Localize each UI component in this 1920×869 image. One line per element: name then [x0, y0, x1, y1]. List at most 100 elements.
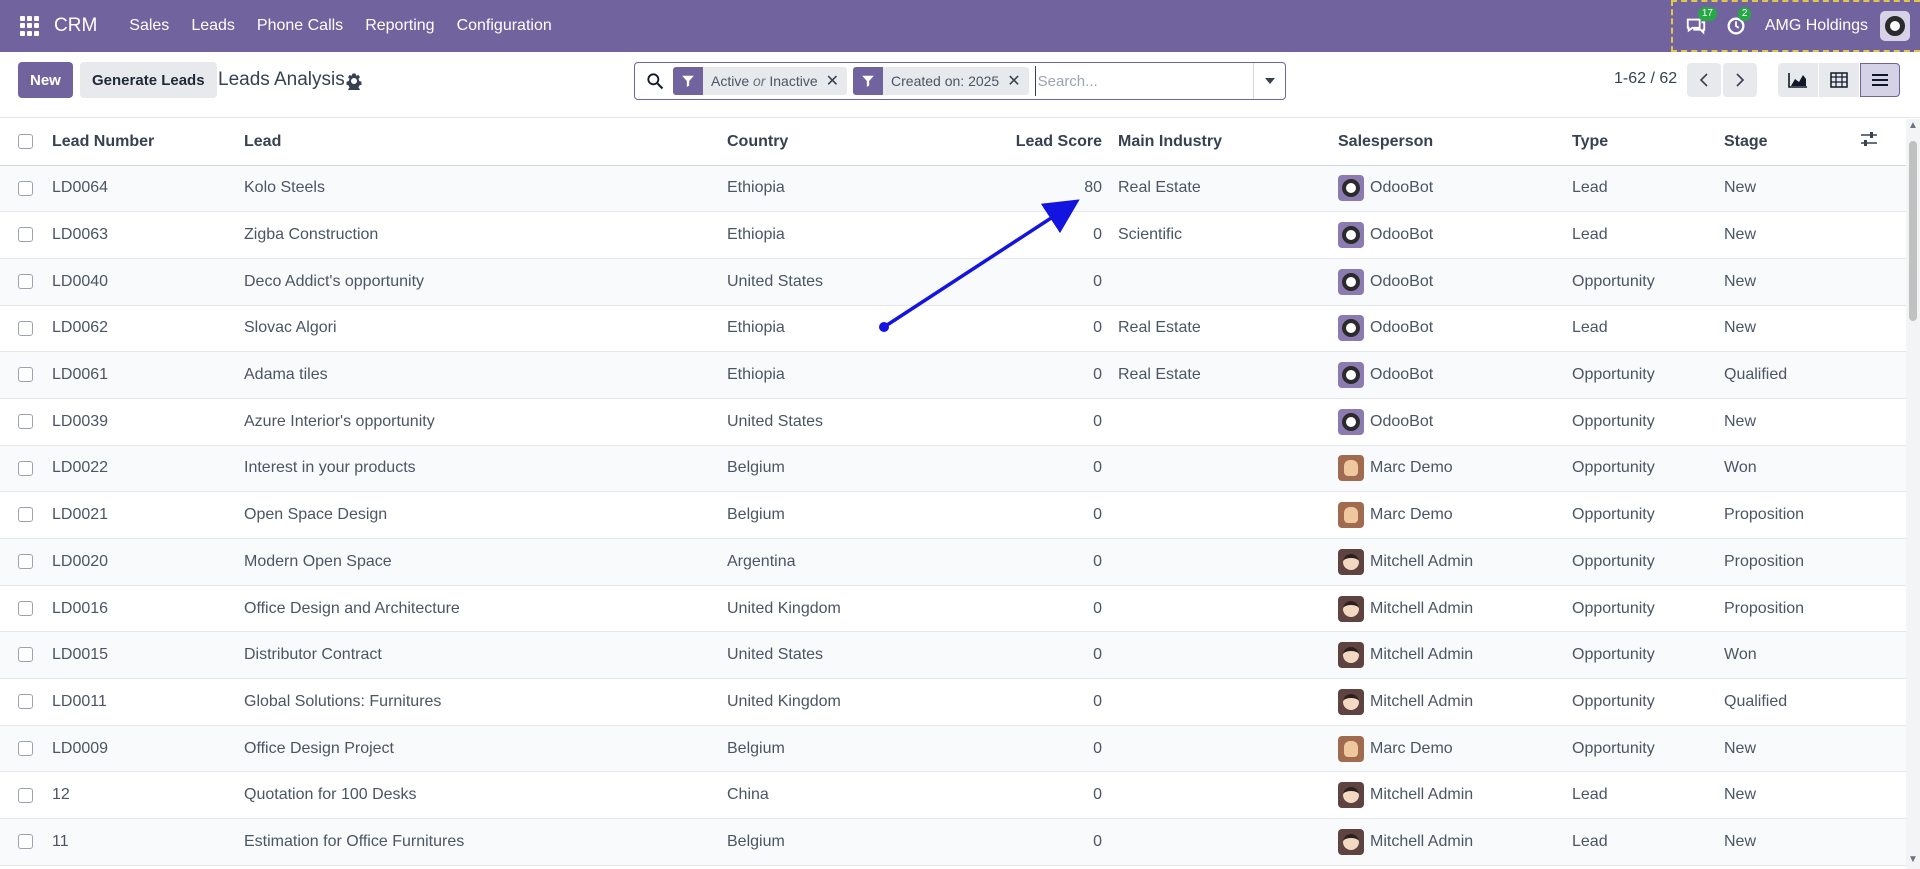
row-checkbox[interactable]: [18, 647, 33, 663]
table-row[interactable]: LD0009 Office Design Project Belgium 0 Marc …: [0, 725, 1906, 773]
row-checkbox[interactable]: [18, 227, 33, 243]
table-row[interactable]: LD0015 Distributor Contract United States 0…: [0, 631, 1906, 680]
table-row[interactable]: LD0064 Kolo Steels Ethiopia 80 Real Estate Od…: [0, 165, 1906, 213]
row-checkbox-cell[interactable]: [0, 631, 40, 680]
column-header-stage[interactable]: Stage: [1720, 119, 1860, 166]
company-switcher[interactable]: AMG Holdings: [1765, 17, 1868, 35]
row-checkbox-cell[interactable]: [0, 165, 40, 213]
row-checkbox-cell[interactable]: [0, 491, 40, 539]
search-options-toggle[interactable]: [1253, 63, 1285, 99]
messages-button[interactable]: 17: [1685, 7, 1717, 37]
row-checkbox-cell[interactable]: [0, 771, 40, 820]
row-checkbox-cell[interactable]: [0, 258, 40, 306]
column-header-type[interactable]: Type: [1568, 119, 1720, 166]
table-row[interactable]: 11 Estimation for Office Furnitures Belgiu…: [0, 818, 1906, 866]
user-avatar[interactable]: [1880, 11, 1910, 41]
sliders-icon: [1861, 132, 1877, 147]
cell-lead-score: 0: [912, 445, 1112, 493]
table-row[interactable]: LD0063 Zigba Construction Ethiopia 0 Scienti…: [0, 211, 1906, 259]
row-checkbox-cell[interactable]: [0, 678, 40, 726]
cell-lead-score: 0: [912, 771, 1112, 820]
table-row[interactable]: LD0040 Deco Addict's opportunity United St…: [0, 258, 1906, 306]
gear-icon[interactable]: [345, 72, 363, 90]
cell-type: Opportunity: [1568, 445, 1720, 493]
generate-leads-button[interactable]: Generate Leads: [80, 62, 217, 98]
pager-previous-button[interactable]: [1687, 63, 1721, 97]
row-checkbox-cell[interactable]: [0, 305, 40, 353]
row-checkbox-cell[interactable]: [0, 398, 40, 446]
menu-sales[interactable]: Sales: [129, 17, 169, 35]
table-row[interactable]: LD0039 Azure Interior's opportunity United…: [0, 398, 1906, 446]
scroll-down-icon[interactable]: ▼: [1908, 855, 1918, 865]
column-header-lead-number[interactable]: Lead Number: [40, 119, 232, 166]
cell-lead-number: 11: [40, 818, 232, 866]
row-checkbox[interactable]: [18, 414, 33, 430]
table-row[interactable]: LD0020 Modern Open Space Argentina 0 Mitchel…: [0, 538, 1906, 586]
cell-lead-number: LD0021: [40, 491, 232, 539]
table-row[interactable]: LD0011 Global Solutions: Furnitures United…: [0, 678, 1906, 726]
row-checkbox[interactable]: [18, 460, 33, 476]
vertical-scrollbar[interactable]: ▲ ▼: [1906, 119, 1920, 869]
cell-main-industry: [1112, 258, 1334, 306]
salesperson-name: Mitchell Admin: [1370, 599, 1474, 617]
list-view-button[interactable]: [1860, 63, 1900, 97]
row-checkbox-cell[interactable]: [0, 538, 40, 586]
menu-phone-calls[interactable]: Phone Calls: [257, 17, 343, 35]
search-input[interactable]: [1034, 66, 1253, 96]
salesperson-name: Mitchell Admin: [1370, 552, 1474, 570]
row-checkbox[interactable]: [18, 554, 33, 570]
graph-view-button[interactable]: [1778, 63, 1818, 97]
select-all-checkbox[interactable]: [18, 134, 33, 150]
remove-facet-icon[interactable]: ✕: [1007, 71, 1028, 91]
select-all-checkbox-cell[interactable]: [0, 119, 40, 166]
cell-salesperson: Mitchell Admin: [1334, 538, 1568, 586]
row-checkbox[interactable]: [18, 740, 33, 756]
row-checkbox[interactable]: [18, 600, 33, 616]
pager-next-button[interactable]: [1723, 63, 1757, 97]
table-row[interactable]: LD0021 Open Space Design Belgium 0 Marc Demo…: [0, 491, 1906, 539]
column-header-lead[interactable]: Lead: [232, 119, 717, 166]
menu-reporting[interactable]: Reporting: [365, 17, 434, 35]
cell-stage: Qualified: [1720, 678, 1860, 726]
table-row[interactable]: LD0022 Interest in your products Belgium 0 M…: [0, 445, 1906, 493]
menu-configuration[interactable]: Configuration: [457, 17, 552, 35]
scrollbar-thumb[interactable]: [1909, 141, 1917, 321]
table-row[interactable]: 12 Quotation for 100 Desks China 0 Mitchell …: [0, 771, 1906, 820]
row-checkbox-cell[interactable]: [0, 211, 40, 259]
app-brand[interactable]: CRM: [54, 15, 97, 37]
column-header-country[interactable]: Country: [717, 119, 912, 166]
cell-country: Ethiopia: [717, 165, 912, 213]
row-checkbox-cell[interactable]: [0, 351, 40, 399]
table-row[interactable]: LD0062 Slovac Algori Ethiopia 0 Real Estate O…: [0, 305, 1906, 353]
cell-salesperson: OdooBot: [1334, 258, 1568, 306]
remove-facet-icon[interactable]: ✕: [826, 71, 847, 91]
menu-leads[interactable]: Leads: [191, 17, 235, 35]
row-checkbox[interactable]: [18, 787, 33, 803]
pager-value[interactable]: 1-62 / 62: [1614, 70, 1677, 88]
row-checkbox-cell[interactable]: [0, 725, 40, 773]
table-row[interactable]: LD0016 Office Design and Architecture Unit…: [0, 585, 1906, 633]
optional-columns-toggle[interactable]: [1860, 119, 1906, 166]
row-checkbox[interactable]: [18, 834, 33, 850]
scroll-up-icon[interactable]: ▲: [1908, 121, 1918, 131]
row-checkbox-cell[interactable]: [0, 585, 40, 633]
row-checkbox[interactable]: [18, 320, 33, 336]
row-checkbox[interactable]: [18, 694, 33, 710]
row-checkbox-cell[interactable]: [0, 445, 40, 493]
apps-grid-icon[interactable]: [20, 16, 40, 36]
table-row[interactable]: LD0061 Adama tiles Ethiopia 0 Real Estate Odo…: [0, 351, 1906, 399]
column-header-main-industry[interactable]: Main Industry: [1112, 119, 1334, 166]
row-checkbox-cell[interactable]: [0, 818, 40, 866]
chevron-right-icon: [1736, 73, 1745, 87]
search-icon[interactable]: [645, 71, 665, 91]
row-checkbox[interactable]: [18, 180, 33, 196]
row-checkbox[interactable]: [18, 367, 33, 383]
pivot-view-button[interactable]: [1819, 63, 1859, 97]
column-header-lead-score[interactable]: Lead Score: [912, 119, 1112, 166]
activities-button[interactable]: 2: [1725, 7, 1752, 37]
cell-salesperson: Mitchell Admin: [1334, 585, 1568, 633]
row-checkbox[interactable]: [18, 507, 33, 523]
column-header-salesperson[interactable]: Salesperson: [1334, 119, 1568, 166]
row-checkbox[interactable]: [18, 273, 33, 289]
new-button[interactable]: New: [18, 62, 73, 98]
